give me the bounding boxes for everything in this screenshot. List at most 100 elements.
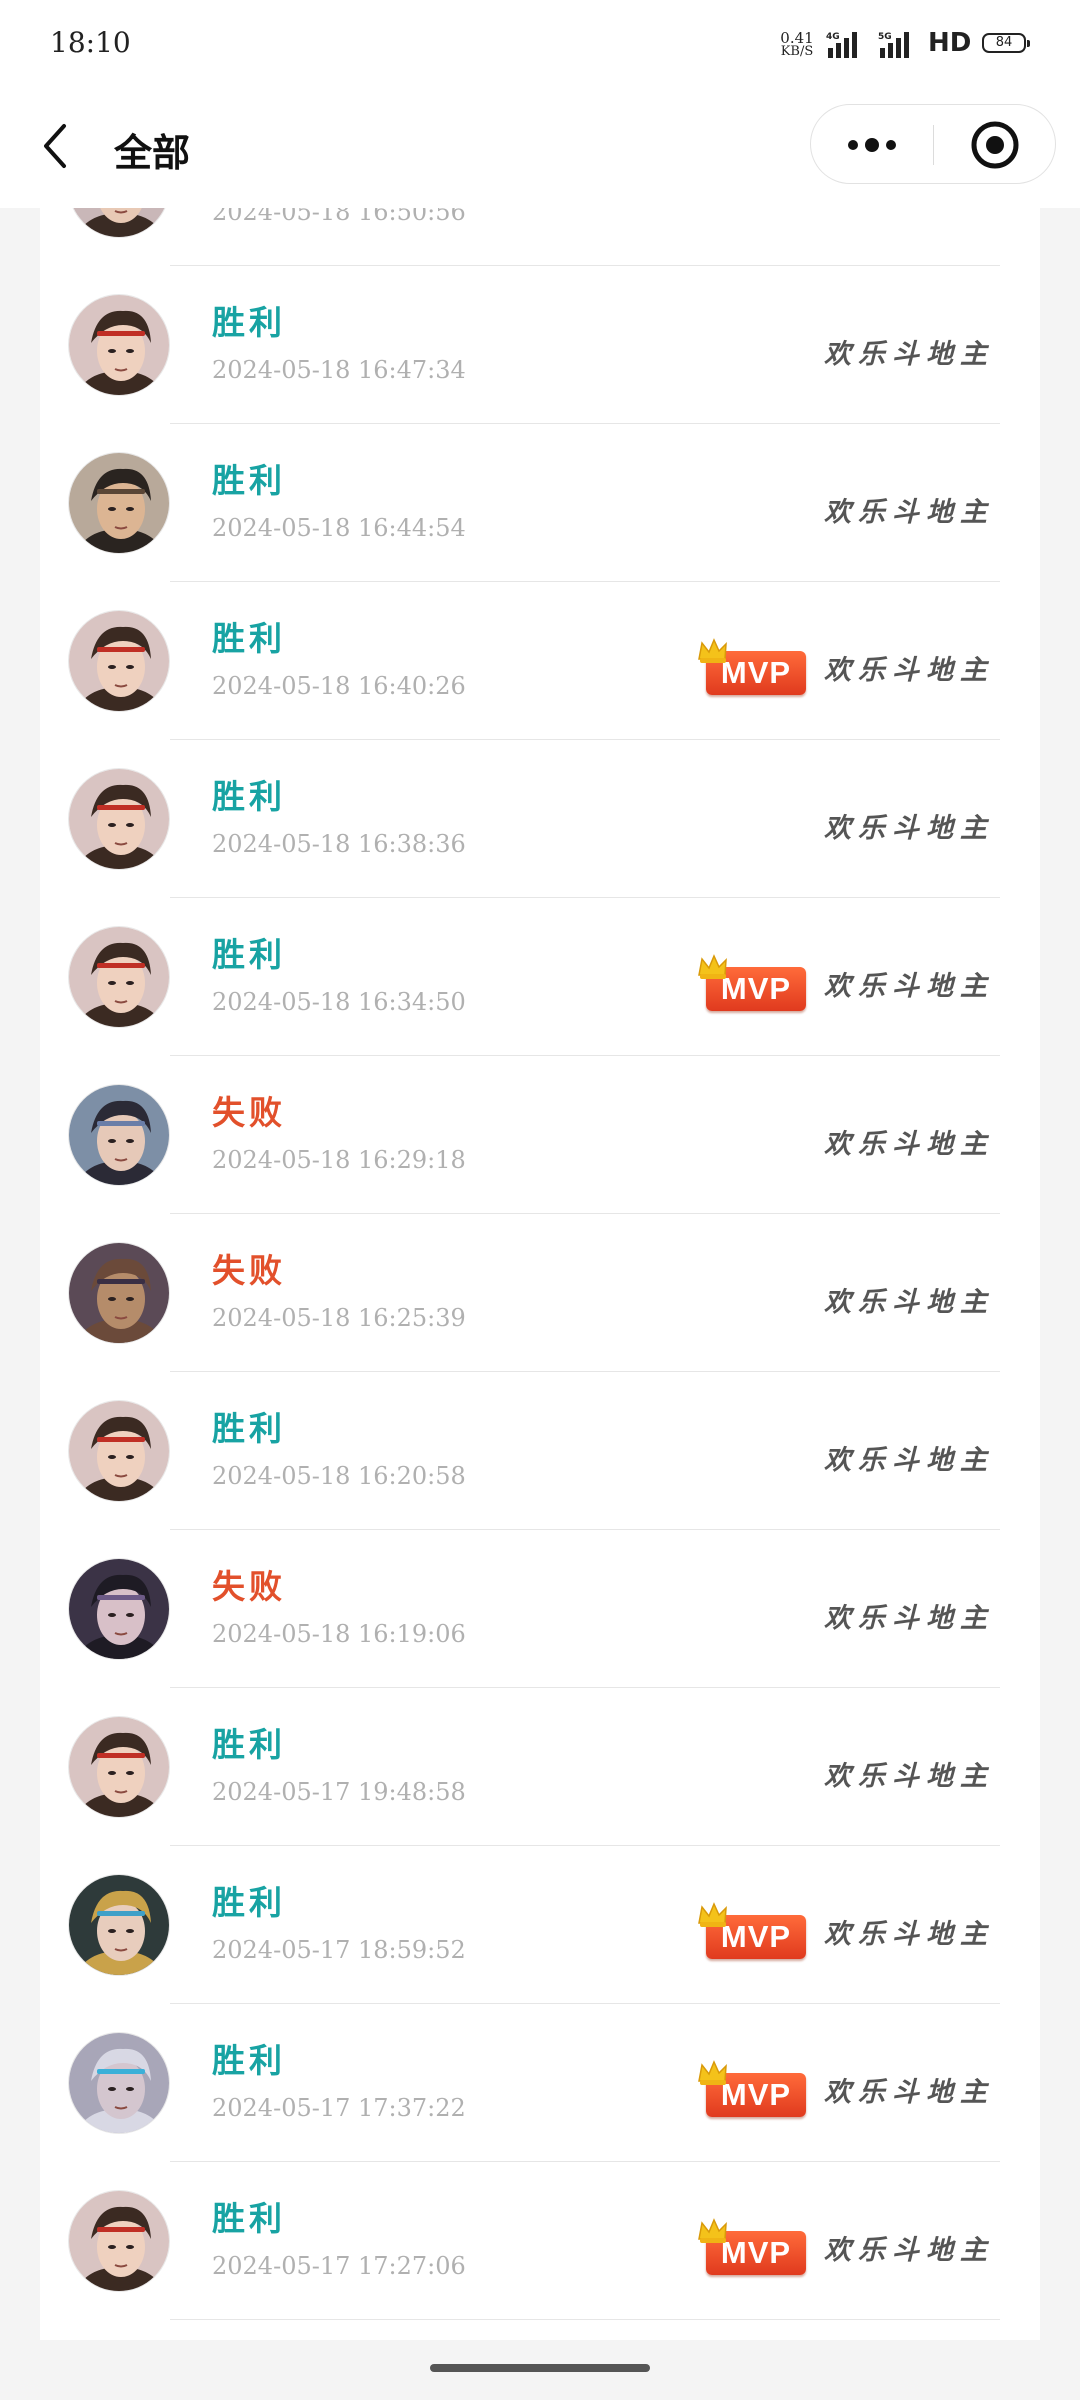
game-result: 胜利 <box>212 2041 286 2080</box>
game-result: 胜利 <box>212 619 286 658</box>
back-button[interactable] <box>34 118 82 174</box>
game-timestamp: 2024-05-18 16:25:39 <box>212 1304 466 1332</box>
game-timestamp: 2024-05-17 17:37:22 <box>212 2094 466 2122</box>
avatar <box>68 1716 170 1818</box>
game-result: 失败 <box>212 1251 286 1290</box>
signal-4g-icon: 4G <box>826 30 866 64</box>
avatar <box>68 1242 170 1344</box>
avatar <box>68 1400 170 1502</box>
avatar <box>68 610 170 712</box>
game-record-row[interactable]: 失败 2024-05-18 16:29:18 欢乐斗地主 <box>40 1056 1040 1214</box>
target-close-icon <box>971 121 1019 169</box>
mvp-badge: MVP <box>696 637 808 699</box>
network-speed-value: 0.41 <box>780 29 814 47</box>
crown-icon <box>696 2217 730 2251</box>
game-record-row[interactable]: 胜利 2024-05-18 16:47:34 欢乐斗地主 <box>40 266 1040 424</box>
game-timestamp: 2024-05-18 16:50:56 <box>212 208 466 226</box>
game-mode: 欢乐斗地主 <box>824 813 994 844</box>
page-title: 全部 <box>114 130 191 175</box>
game-mode: 欢乐斗地主 <box>824 208 994 213</box>
game-result: 胜利 <box>212 1725 286 1764</box>
mvp-badge: MVP <box>696 953 808 1015</box>
game-record-row[interactable]: 胜利 2024-05-18 16:20:58 欢乐斗地主 <box>40 1372 1040 1530</box>
crown-icon <box>696 637 730 671</box>
game-timestamp: 2024-05-17 17:27:06 <box>212 2252 466 2280</box>
game-timestamp: 2024-05-17 18:59:52 <box>212 1936 466 1964</box>
status-time: 18:10 <box>50 26 131 59</box>
row-divider <box>170 2319 1000 2320</box>
avatar <box>68 2190 170 2292</box>
hd-indicator: HD <box>928 28 972 58</box>
avatar <box>68 1874 170 1976</box>
game-timestamp: 2024-05-18 16:38:36 <box>212 830 466 858</box>
avatar <box>68 2032 170 2134</box>
game-timestamp: 2024-05-18 16:44:54 <box>212 514 466 542</box>
game-record-row[interactable]: 胜利 2024-05-17 18:59:52 MVP 欢乐斗地主 <box>40 1846 1040 2004</box>
game-record-row[interactable]: 胜利 2024-05-18 16:38:36 欢乐斗地主 <box>40 740 1040 898</box>
crown-icon <box>696 1901 730 1935</box>
network-speed: 0.41 KB/S <box>776 31 818 59</box>
game-result: 胜利 <box>212 303 286 342</box>
nav-bar: 全部 <box>0 92 1080 208</box>
game-timestamp: 2024-05-17 19:48:58 <box>212 1778 466 1806</box>
mvp-badge: MVP <box>696 2217 808 2279</box>
game-record-row[interactable]: 胜利 2024-05-17 17:27:06 MVP 欢乐斗地主 <box>40 2162 1040 2320</box>
status-bar: 18:10 0.41 KB/S 4G 5G HD 84 <box>0 0 1080 92</box>
signal-5g-icon: 5G <box>878 30 918 64</box>
close-button[interactable] <box>934 105 1056 185</box>
game-mode: 欢乐斗地主 <box>824 1287 994 1318</box>
game-result: 胜利 <box>212 1409 286 1448</box>
game-record-row[interactable]: 胜利 2024-05-17 17:37:22 MVP 欢乐斗地主 <box>40 2004 1040 2162</box>
battery-icon: 84 <box>982 33 1030 53</box>
game-history-list: 胜利 2024-05-18 16:50:56 欢乐斗地主 胜利 2024-05-… <box>40 208 1040 2320</box>
game-record-row[interactable]: 胜利 2024-05-18 16:50:56 欢乐斗地主 <box>40 208 1040 266</box>
game-record-row[interactable]: 失败 2024-05-18 16:25:39 欢乐斗地主 <box>40 1214 1040 1372</box>
game-timestamp: 2024-05-18 16:34:50 <box>212 988 466 1016</box>
chevron-left-icon <box>44 124 66 168</box>
game-mode: 欢乐斗地主 <box>824 339 994 370</box>
game-result: 胜利 <box>212 777 286 816</box>
avatar <box>68 1084 170 1186</box>
game-timestamp: 2024-05-18 16:40:26 <box>212 672 466 700</box>
signal-5g-label: 5G <box>878 32 892 42</box>
avatar <box>68 1558 170 1660</box>
game-mode: 欢乐斗地主 <box>824 497 994 528</box>
game-timestamp: 2024-05-18 16:20:58 <box>212 1462 466 1490</box>
game-mode: 欢乐斗地主 <box>824 1129 994 1160</box>
game-result: 胜利 <box>212 935 286 974</box>
game-result: 失败 <box>212 1567 286 1606</box>
home-indicator[interactable] <box>430 2364 650 2372</box>
game-timestamp: 2024-05-18 16:19:06 <box>212 1620 466 1648</box>
game-record-row[interactable]: 胜利 2024-05-18 16:40:26 MVP 欢乐斗地主 <box>40 582 1040 740</box>
game-result: 胜利 <box>212 1883 286 1922</box>
signal-4g-label: 4G <box>826 32 840 42</box>
game-mode: 欢乐斗地主 <box>824 655 994 686</box>
crown-icon <box>696 2059 730 2093</box>
game-record-row[interactable]: 失败 2024-05-18 16:19:06 欢乐斗地主 <box>40 1530 1040 1688</box>
game-mode: 欢乐斗地主 <box>824 1761 994 1792</box>
avatar <box>68 926 170 1028</box>
avatar <box>68 768 170 870</box>
game-mode: 欢乐斗地主 <box>824 1445 994 1476</box>
game-mode: 欢乐斗地主 <box>824 1603 994 1634</box>
avatar <box>68 452 170 554</box>
game-mode: 欢乐斗地主 <box>824 1919 994 1950</box>
game-mode: 欢乐斗地主 <box>824 2077 994 2108</box>
game-record-row[interactable]: 胜利 2024-05-18 16:44:54 欢乐斗地主 <box>40 424 1040 582</box>
game-mode: 欢乐斗地主 <box>824 971 994 1002</box>
avatar <box>68 208 170 238</box>
game-record-row[interactable]: 胜利 2024-05-17 19:48:58 欢乐斗地主 <box>40 1688 1040 1846</box>
game-timestamp: 2024-05-18 16:47:34 <box>212 356 466 384</box>
crown-icon <box>696 953 730 987</box>
game-history-card: 胜利 2024-05-18 16:50:56 欢乐斗地主 胜利 2024-05-… <box>40 208 1040 2340</box>
game-result: 胜利 <box>212 461 286 500</box>
game-mode: 欢乐斗地主 <box>824 2235 994 2266</box>
more-button[interactable] <box>811 105 933 185</box>
game-result: 失败 <box>212 1093 286 1132</box>
avatar <box>68 294 170 396</box>
game-timestamp: 2024-05-18 16:29:18 <box>212 1146 466 1174</box>
network-speed-unit: KB/S <box>780 44 814 59</box>
game-record-row[interactable]: 胜利 2024-05-18 16:34:50 MVP 欢乐斗地主 <box>40 898 1040 1056</box>
mvp-badge: MVP <box>696 1901 808 1963</box>
mini-program-capsule <box>810 104 1056 184</box>
